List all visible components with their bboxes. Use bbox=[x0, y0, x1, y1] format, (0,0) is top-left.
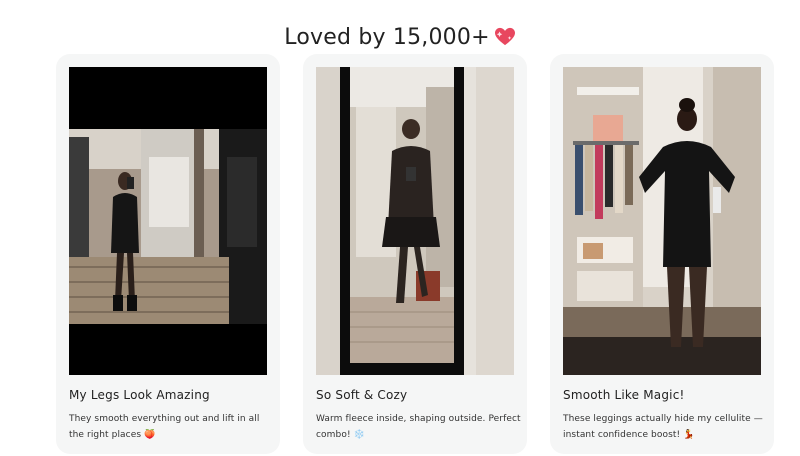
dancer-emoji-icon: 💃 bbox=[683, 430, 695, 440]
review-photo[interactable] bbox=[563, 67, 761, 375]
review-title: My Legs Look Amazing bbox=[69, 388, 210, 402]
snowflake-emoji-icon: ❄️ bbox=[353, 430, 365, 440]
mirror-selfie-photo bbox=[69, 67, 267, 375]
review-text: These leggings actually hide my cellulit… bbox=[563, 411, 768, 443]
mirror-selfie-photo bbox=[316, 67, 514, 375]
review-title: So Soft & Cozy bbox=[316, 388, 408, 402]
review-photo[interactable] bbox=[69, 67, 267, 375]
review-photo[interactable] bbox=[316, 67, 514, 375]
closet-photo bbox=[563, 67, 761, 375]
review-text-body: These leggings actually hide my cellulit… bbox=[563, 414, 763, 440]
section-title: Loved by 15,000+ bbox=[0, 23, 800, 53]
review-title: Smooth Like Magic! bbox=[563, 388, 685, 402]
review-text-body: They smooth everything out and lift in a… bbox=[69, 414, 260, 440]
peach-emoji-icon: 🍑 bbox=[144, 430, 156, 440]
sparkling-heart-icon bbox=[494, 26, 516, 46]
review-text-body: Warm fleece inside, shaping outside. Per… bbox=[316, 414, 521, 440]
section-title-text: Loved by 15,000+ bbox=[284, 24, 490, 50]
review-card[interactable]: My Legs Look Amazing They smooth everyth… bbox=[56, 54, 280, 454]
review-card[interactable]: Smooth Like Magic! These leggings actual… bbox=[550, 54, 774, 454]
review-text: They smooth everything out and lift in a… bbox=[69, 411, 274, 443]
review-text: Warm fleece inside, shaping outside. Per… bbox=[316, 411, 521, 443]
review-card[interactable]: So Soft & Cozy Warm fleece inside, shapi… bbox=[303, 54, 527, 454]
